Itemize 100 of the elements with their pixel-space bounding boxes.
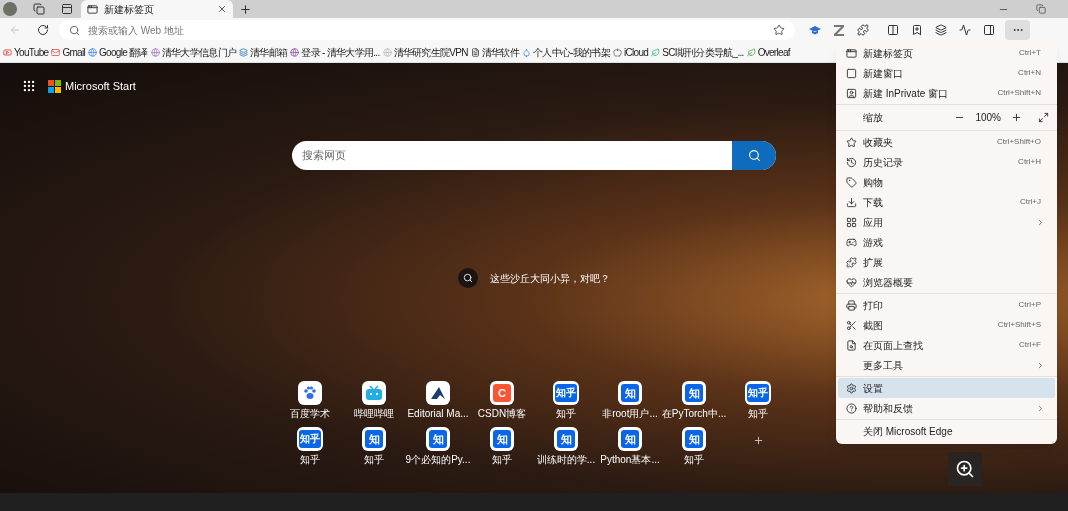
bookmark-link[interactable]: 个人中心-我的书架 [532, 44, 610, 60]
browser-tab[interactable]: 新建标签页 [81, 0, 233, 18]
menu-item[interactable]: 浏览器概要 [838, 272, 1055, 292]
menu-item[interactable]: 下载 Ctrl+J [838, 192, 1055, 212]
mortarboard-icon[interactable] [809, 24, 821, 36]
fullscreen-icon[interactable] [1038, 112, 1049, 123]
z-logo-icon[interactable] [833, 24, 845, 36]
zoom-button[interactable] [948, 452, 982, 486]
menu-item[interactable]: 在页面上查找 Ctrl+F [838, 335, 1055, 355]
leaf-icon [651, 47, 661, 57]
bookmark-link[interactable]: 清华软件 [481, 44, 519, 60]
shortcut-text: Ctrl+Shift+O [997, 136, 1041, 148]
shortcut-label[interactable]: 9个必知的Py... [405, 455, 471, 465]
shortcut-label[interactable]: 训练时的学... [536, 455, 596, 465]
bookmark-link[interactable]: Google 翻译 [99, 44, 148, 60]
search-icon [463, 273, 473, 283]
sidebar-icon[interactable] [983, 24, 995, 36]
four-squares-logo-icon [48, 79, 61, 93]
quick-link-tile[interactable] [298, 381, 322, 405]
menu-item[interactable]: 历史记录 Ctrl+H [838, 152, 1055, 172]
more-button[interactable] [1005, 20, 1030, 40]
shortcut-label[interactable]: 哔哩哔哩 [354, 409, 394, 419]
refresh-icon[interactable] [37, 24, 49, 36]
bookmark-link[interactable]: YouTube [14, 44, 49, 60]
shortcut-label[interactable]: CSDN博客 [477, 409, 527, 419]
quick-link-tile[interactable] [362, 381, 386, 405]
printer-icon [846, 299, 857, 311]
menu-item[interactable]: 打印 Ctrl+P [838, 295, 1055, 315]
layers-icon [239, 47, 249, 57]
menu-item[interactable]: 更多工具 [838, 355, 1055, 375]
bookmark-link[interactable]: iCloud [624, 44, 649, 60]
zoom-level: 100% [975, 111, 1001, 125]
shortcut-label[interactable]: 在PyTorch中... [661, 409, 727, 419]
bookmark-link[interactable]: 清华邮箱 [250, 44, 288, 60]
shortcut-text: Ctrl+Shift+N [997, 87, 1041, 99]
menu-item[interactable]: 截图 Ctrl+Shift+S [838, 315, 1055, 335]
star-icon [846, 136, 857, 148]
private-window-icon [846, 87, 857, 99]
apps-icon[interactable] [22, 79, 36, 94]
file-search-icon [846, 339, 857, 351]
bookmark-link[interactable]: 清华大学信息门户 [161, 44, 237, 60]
menu-item[interactable]: 帮助和反馈 [838, 398, 1055, 418]
shortcut-label[interactable]: 非root用户... [602, 409, 658, 419]
shortcut-text: Ctrl+P [1018, 299, 1041, 311]
split-screen-icon[interactable] [887, 24, 899, 36]
close-icon[interactable] [217, 4, 227, 14]
tab-actions-icon[interactable] [61, 3, 73, 15]
menu-item[interactable]: 购物 [838, 172, 1055, 192]
add-shortcut-icon[interactable] [752, 435, 764, 446]
shortcut-label[interactable]: 知乎 [556, 409, 576, 419]
shortcut-label[interactable]: 百度学术 [290, 409, 330, 419]
leaf-icon [746, 47, 756, 57]
globe-icon [150, 47, 160, 57]
shortcut-label[interactable]: Editorial Ma... [407, 409, 469, 419]
bookmark-link[interactable]: SCI期刊分类导航_... [662, 44, 744, 60]
web-search-field[interactable]: 搜索网页 [292, 141, 776, 170]
health-icon[interactable] [959, 24, 971, 36]
menu-item[interactable]: 设置 [838, 378, 1055, 398]
menu-item[interactable]: 新建 InPrivate 窗口 Ctrl+Shift+N [838, 83, 1055, 103]
puzzle-icon[interactable] [857, 24, 869, 36]
heart-pulse-icon [846, 276, 857, 288]
search-button[interactable] [732, 141, 776, 170]
settings-icon [846, 382, 857, 394]
menu-item[interactable]: 收藏夹 Ctrl+Shift+O [838, 132, 1055, 152]
web-search-input[interactable]: 搜索网页 [302, 147, 732, 164]
shortcut-label[interactable]: 知乎 [364, 455, 384, 465]
search-icon [69, 24, 80, 36]
new-tab-icon[interactable] [239, 2, 252, 16]
workspaces-icon[interactable] [33, 3, 45, 15]
menu-item[interactable]: 应用 [838, 212, 1055, 232]
favorites-icon[interactable] [911, 24, 923, 36]
collections-icon[interactable] [935, 24, 947, 36]
gamepad-icon [846, 236, 857, 248]
zoom-in-icon[interactable] [1011, 112, 1022, 123]
droplet-icon [521, 47, 531, 57]
profile-avatar[interactable] [3, 2, 17, 16]
shortcut-label[interactable]: 知乎 [492, 455, 512, 465]
document-icon [470, 47, 480, 57]
scissors-icon [846, 319, 857, 331]
shortcut-label[interactable]: 知乎 [300, 455, 320, 465]
quick-link-tile[interactable] [426, 381, 450, 405]
star-icon[interactable] [773, 24, 785, 36]
menu-item[interactable]: 新建标签页 Ctrl+T [838, 43, 1055, 63]
image-search-button[interactable] [458, 268, 478, 288]
address-field[interactable]: 搜索或输入 Web 地址 [59, 20, 795, 40]
shortcut-label[interactable]: 知乎 [748, 409, 768, 419]
bookmark-link[interactable]: 登录 - 清华大学用... [301, 44, 380, 60]
menu-item[interactable]: 关闭 Microsoft Edge [838, 421, 1055, 441]
shortcut-label[interactable]: Python基本... [600, 455, 660, 465]
bookmark-link[interactable]: 清华研究生院VPN [393, 44, 468, 60]
brand-name[interactable]: Microsoft Start [65, 78, 136, 95]
shortcut-text: Ctrl+T [1019, 47, 1041, 59]
menu-item[interactable]: 新建窗口 Ctrl+N [838, 63, 1055, 83]
shortcut-label[interactable]: 知乎 [684, 455, 704, 465]
restore-icon[interactable] [1036, 4, 1046, 14]
menu-item[interactable]: 游戏 [838, 232, 1055, 252]
youtube-icon [3, 47, 12, 57]
menu-item[interactable]: 扩展 [838, 252, 1055, 272]
bookmark-link[interactable]: Gmail [62, 44, 86, 60]
bookmark-link[interactable]: Overleaf [757, 44, 790, 60]
